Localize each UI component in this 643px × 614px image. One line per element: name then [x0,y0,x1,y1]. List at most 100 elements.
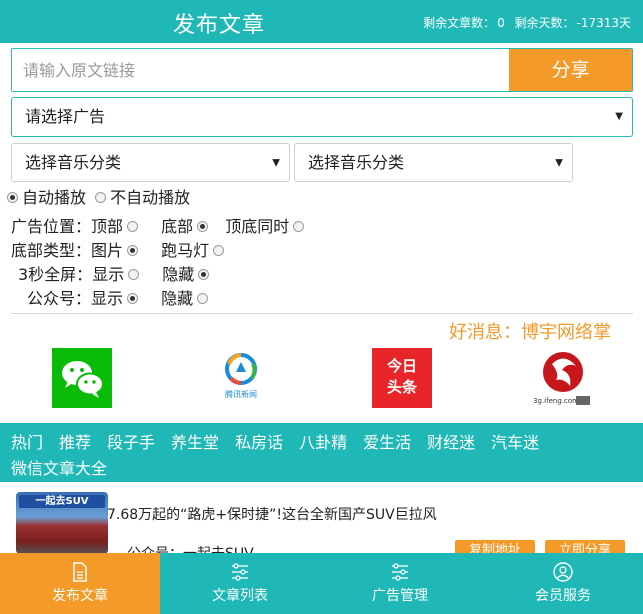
radio-top[interactable] [127,221,139,232]
top-bar: 发布文章 剩余文章数： 0 剩余天数： -17313天 [0,0,643,43]
radio-both[interactable] [293,221,305,232]
article-thumbnail[interactable]: 一起去SUV [16,492,108,554]
ad-position-row: 广告位置：顶部 底部 顶底同时 [11,213,308,237]
music-category-select-1[interactable]: 选择音乐分类 ▼ [11,143,290,182]
ad-select[interactable]: 请选择广告 ▼ [11,97,633,137]
ad-position-bottom[interactable]: 底部 [161,213,212,237]
fullscreen-hide[interactable]: 隐藏 [162,261,213,285]
no-autoplay-label: 不自动播放 [110,188,191,207]
share-button[interactable]: 分享 [509,49,632,91]
category-tab[interactable]: 推荐 [59,433,91,452]
radio-marquee[interactable] [213,245,225,256]
nav-label: 会员服务 [535,588,591,604]
music-select-1-value: 选择音乐分类 [25,153,122,172]
bottom-type-marquee-label: 跑马灯 [161,241,210,260]
radio-autoplay[interactable] [7,192,18,203]
list-icon [232,563,248,581]
nav-label: 发布文章 [52,588,108,604]
radio-account-hide[interactable] [197,293,209,304]
ad-position-top[interactable]: 顶部 [91,213,142,237]
remaining-days-value: -17313天 [576,16,631,30]
bottom-nav: 发布文章 文章列表 广告管理 会员服务 [0,553,643,614]
toutiao-icon[interactable]: 今日 头条 [372,348,432,408]
official-account-hide-label: 隐藏 [161,289,194,308]
music-select-2-value: 选择音乐分类 [308,153,405,172]
official-account-label: 公众号： [27,289,92,308]
radio-fullscreen-hide[interactable] [198,269,210,280]
nav-ad-management[interactable]: 广告管理 [320,553,480,614]
category-bar: 热门 推荐 段子手 养生堂 私房话 八卦精 爱生活 财经迷 汽车迷 微信文章大全 [0,423,643,482]
bottom-type-image[interactable]: 图片 [91,237,142,261]
ad-position-bottom-label: 底部 [161,217,194,236]
bottom-type-label: 底部类型： [11,241,92,260]
thumbnail-label: 一起去SUV [19,495,105,508]
fullscreen-show[interactable]: 显示 [92,261,143,285]
ifeng-caption: 3g.ifeng.com [534,397,579,405]
remaining-articles-value: 0 [497,16,505,30]
ad-position-both[interactable]: 顶底同时 [225,213,308,237]
official-account-show[interactable]: 显示 [91,285,142,309]
category-row-1: 热门 推荐 段子手 养生堂 私房话 八卦精 爱生活 财经迷 汽车迷 [11,429,555,453]
ad-position-label: 广告位置： [11,217,92,236]
page-title: 发布文章 [173,13,266,38]
fullscreen-hide-label: 隐藏 [162,265,195,284]
fullscreen-label: 3秒全屏： [18,265,93,284]
autoplay-option[interactable]: 自动播放 [7,184,86,208]
dropdown-arrow-icon: ▼ [615,111,623,122]
nav-publish-article[interactable]: 发布文章 [0,553,160,614]
dropdown-arrow-icon: ▼ [272,157,280,168]
user-icon [553,562,573,582]
category-tab[interactable]: 养生堂 [171,433,219,452]
nav-label: 广告管理 [372,588,428,604]
remaining-days-label: 剩余天数： [514,16,575,30]
category-tab[interactable]: 段子手 [107,433,155,452]
category-tab[interactable]: 热门 [11,433,43,452]
ad-position-top-label: 顶部 [91,217,124,236]
official-account-hide[interactable]: 隐藏 [161,285,212,309]
ifeng-icon[interactable]: 3g.ifeng.com [533,348,592,408]
fullscreen-row: 3秒全屏：显示 隐藏 [18,261,213,285]
radio-image[interactable] [127,245,139,256]
tencent-news-caption: 腾讯新闻 [225,389,257,399]
category-tab-wechat-articles[interactable]: 微信文章大全 [11,455,107,479]
share-form: 分享 [11,48,633,92]
document-icon [73,562,87,582]
official-account-row: 公众号：显示 隐藏 [27,285,212,309]
fullscreen-show-label: 显示 [92,265,125,284]
divider [11,313,633,314]
nav-member-service[interactable]: 会员服务 [483,553,643,614]
ad-position-both-label: 顶底同时 [225,217,290,236]
wechat-icon[interactable] [52,348,112,408]
no-autoplay-option[interactable]: 不自动播放 [91,184,190,208]
radio-no-autoplay[interactable] [95,192,107,203]
category-tab[interactable]: 财经迷 [427,433,475,452]
url-input[interactable] [12,49,510,91]
nav-label: 文章列表 [212,588,268,604]
bottom-type-row: 底部类型：图片 跑马灯 [11,237,228,261]
article-title[interactable]: 7.68万起的“路虎+保时捷”!这台全新国产SUV巨拉风 [107,504,437,524]
tencent-news-icon[interactable]: 腾讯新闻 [222,352,260,402]
bottom-type-image-label: 图片 [91,241,124,260]
toutiao-line-2: 头条 [386,378,417,396]
official-account-show-label: 显示 [91,289,124,308]
radio-bottom[interactable] [197,221,209,232]
bottom-type-marquee[interactable]: 跑马灯 [161,237,228,261]
toutiao-line-1: 今日 [386,357,417,375]
marquee-text: 好消息：博宇网络掌 [449,322,611,343]
radio-account-show[interactable] [127,293,139,304]
category-tab[interactable]: 八卦精 [299,433,347,452]
music-category-select-2[interactable]: 选择音乐分类 ▼ [294,143,573,182]
autoplay-label: 自动播放 [22,188,87,207]
autoplay-options: 自动播放 不自动播放 [7,184,190,208]
category-tab[interactable]: 私房话 [235,433,283,452]
nav-article-list[interactable]: 文章列表 [160,553,320,614]
remaining-articles-label: 剩余文章数： [423,16,496,30]
radio-fullscreen-show[interactable] [128,269,140,280]
ad-select-value: 请选择广告 [25,107,106,126]
account-stats: 剩余文章数： 0 剩余天数： -17313天 [421,14,631,31]
list-icon [392,563,408,581]
category-tab[interactable]: 爱生活 [363,433,411,452]
dropdown-arrow-icon: ▼ [555,157,563,168]
category-tab[interactable]: 汽车迷 [491,433,539,452]
article-card[interactable]: 一起去SUV 7.68万起的“路虎+保时捷”!这台全新国产SUV巨拉风 公众号：… [0,486,643,562]
